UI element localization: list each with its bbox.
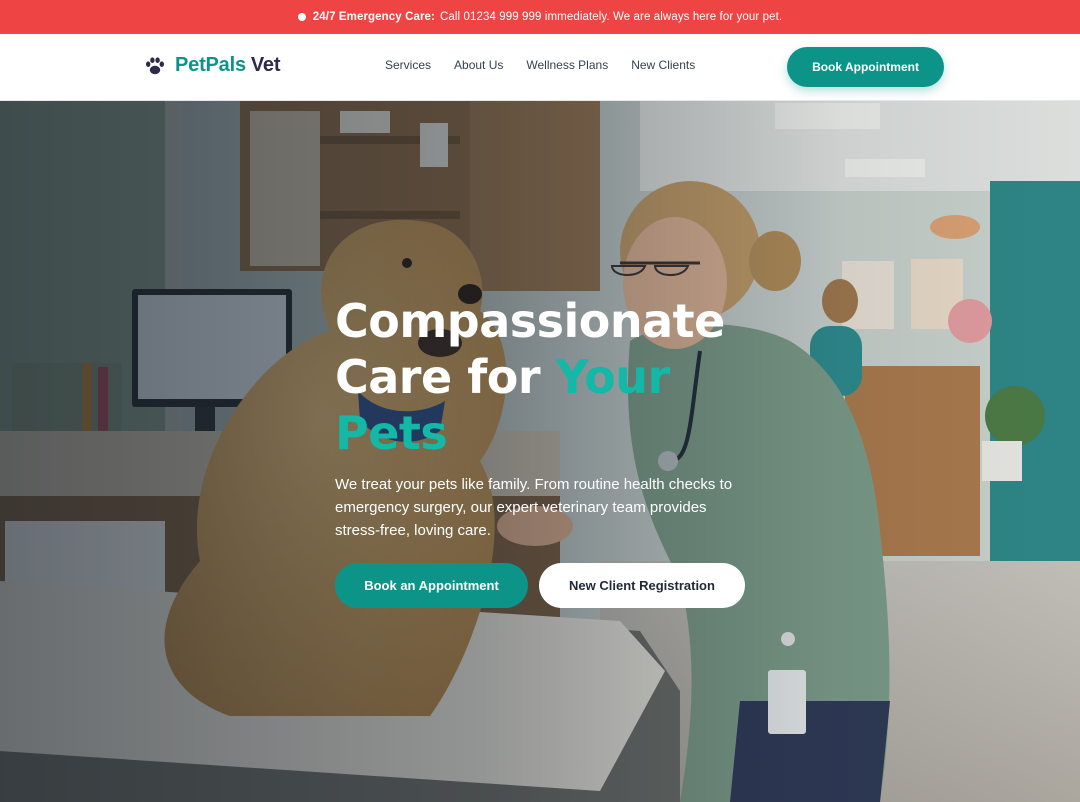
nav-link-about-us[interactable]: About Us <box>454 58 503 72</box>
hero-title-accent-pets: Pets <box>335 406 448 460</box>
hero-description: We treat your pets like family. From rou… <box>335 476 733 539</box>
logo-suffix: Vet <box>250 54 281 76</box>
nav-link-new-clients[interactable]: New Clients <box>631 58 695 72</box>
hero-title-line2: Care for <box>335 350 541 404</box>
emergency-alert-bar: 24/7 Emergency Care: Call 01234 999 999 … <box>0 0 1080 34</box>
site-header: PetPals Vet Services About Us Wellness P… <box>0 34 1080 101</box>
hero-title-accent-your: Your <box>555 350 671 404</box>
paw-icon <box>146 56 164 74</box>
nav-link-services[interactable]: Services <box>385 58 431 72</box>
hero-section: Compassionate Care for Your Pets We trea… <box>0 101 1080 802</box>
logo-name: PetPals <box>175 54 246 76</box>
book-an-appointment-button[interactable]: Book an Appointment <box>335 563 528 608</box>
book-appointment-button[interactable]: Book Appointment <box>787 47 944 87</box>
alert-label: 24/7 Emergency Care: <box>312 11 435 23</box>
alert-message: Call 01234 999 999 immediately. We are a… <box>439 11 783 23</box>
logo[interactable]: PetPals Vet <box>144 54 280 77</box>
nav-link-wellness-plans[interactable]: Wellness Plans <box>526 58 608 72</box>
hero-heading: Compassionate Care for Your Pets <box>335 293 755 461</box>
new-client-registration-button[interactable]: New Client Registration <box>539 563 745 608</box>
alert-dot-icon <box>297 13 306 21</box>
hero-title-line1: Compassionate <box>335 294 725 348</box>
main-nav: Services About Us Wellness Plans New Cli… <box>385 58 718 72</box>
